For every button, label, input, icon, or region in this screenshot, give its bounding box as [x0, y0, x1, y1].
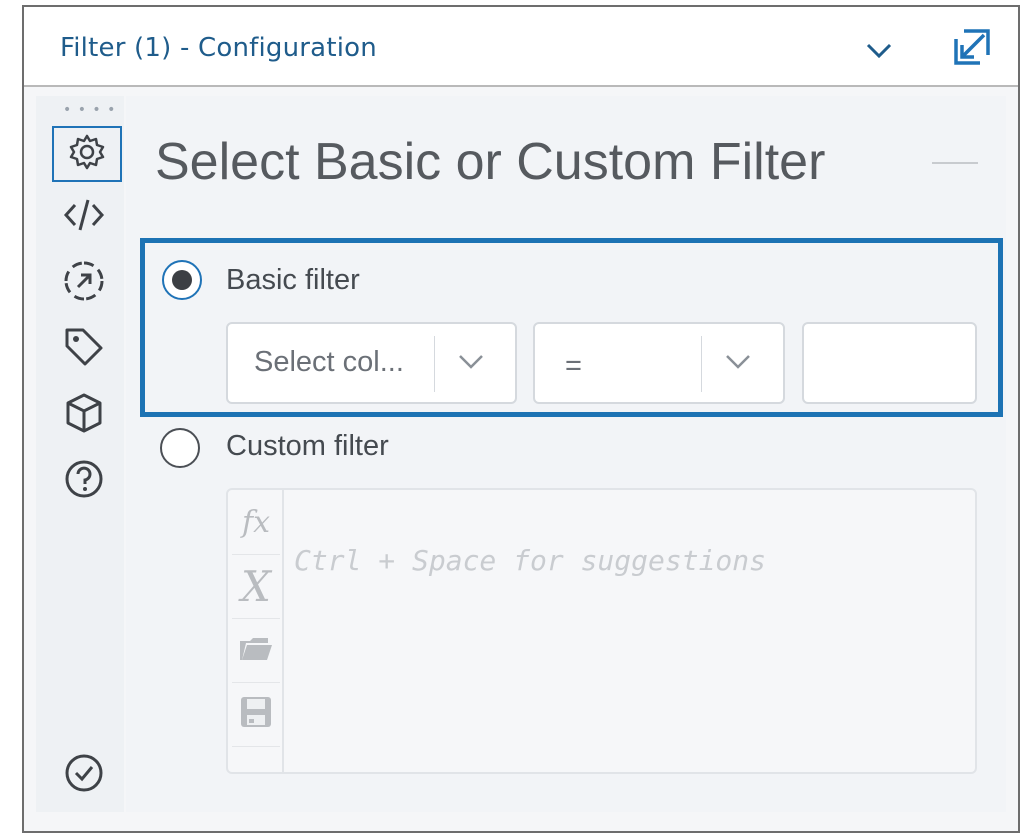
window-header: Filter (1) - Configuration	[24, 7, 1018, 87]
open-expression-button[interactable]	[232, 618, 280, 683]
tag-icon	[63, 326, 105, 372]
custom-filter-radio[interactable]	[160, 428, 200, 468]
sidebar-item-layout[interactable]	[57, 256, 111, 310]
function-icon: fx	[241, 504, 271, 540]
page-title: Select Basic or Custom Filter	[155, 133, 826, 191]
sidebar-item-annotation[interactable]	[57, 322, 111, 376]
custom-filter-label[interactable]: Custom filter	[226, 430, 389, 463]
window-title: Filter (1) - Configuration	[60, 33, 377, 63]
editor-toolbar: fx X	[228, 490, 284, 772]
select-divider	[434, 336, 435, 392]
resize-icon	[62, 259, 106, 307]
basic-filter-label[interactable]: Basic filter	[226, 264, 360, 297]
help-icon	[63, 458, 105, 504]
editor-placeholder: Ctrl + Space for suggestions	[294, 544, 767, 577]
operator-select-value: =	[565, 350, 582, 382]
value-input[interactable]	[802, 322, 977, 404]
expression-editor[interactable]: fx X	[226, 488, 977, 774]
sidebar-item-code[interactable]	[57, 190, 111, 244]
chevron-down-icon[interactable]	[723, 350, 753, 378]
check-circle-icon	[63, 752, 105, 798]
variable-icon: X	[241, 561, 271, 611]
cube-icon	[64, 392, 104, 438]
gear-icon	[68, 133, 106, 175]
sidebar-item-status[interactable]	[57, 748, 111, 802]
select-divider	[701, 336, 702, 392]
column-select-value: Select col...	[254, 346, 404, 378]
radio-selected-dot	[172, 270, 192, 290]
drag-handle[interactable]: • • • •	[63, 102, 116, 118]
operator-select[interactable]: =	[533, 322, 785, 404]
functions-button[interactable]: fx	[232, 490, 280, 555]
sidebar-item-help[interactable]	[57, 454, 111, 508]
chevron-down-icon[interactable]	[864, 35, 894, 69]
sidebar-item-output[interactable]	[57, 388, 111, 442]
undock-icon[interactable]	[950, 25, 994, 73]
save-expression-button[interactable]	[232, 682, 280, 747]
save-icon	[239, 695, 273, 733]
heading-divider	[932, 162, 978, 164]
chevron-down-icon[interactable]	[456, 350, 486, 378]
sidebar-item-configuration[interactable]	[52, 126, 122, 182]
basic-filter-radio[interactable]	[162, 260, 202, 300]
folder-open-icon	[238, 633, 274, 667]
variables-button[interactable]: X	[232, 554, 280, 619]
column-select[interactable]: Select col...	[226, 322, 517, 404]
code-icon	[62, 196, 106, 238]
